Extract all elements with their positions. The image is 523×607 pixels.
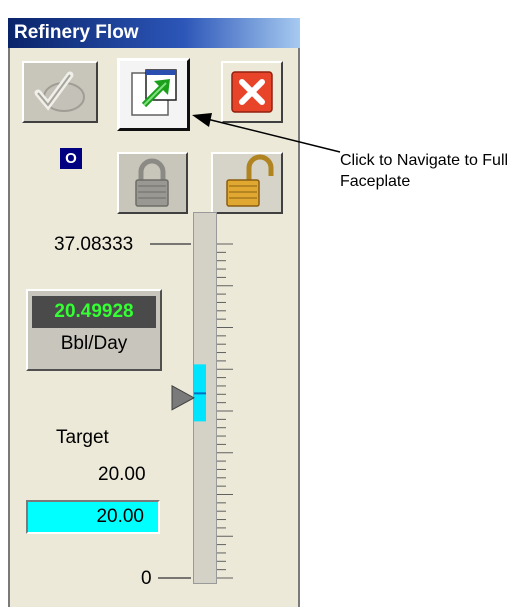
target-value: 20.00 xyxy=(98,464,146,485)
pv-bar-track xyxy=(193,212,217,584)
lock-open-icon xyxy=(226,154,274,207)
target-input[interactable]: 20.00 xyxy=(26,500,160,534)
lock-button[interactable] xyxy=(117,152,188,214)
acknowledge-button[interactable] xyxy=(22,61,98,123)
window-title: Refinery Flow xyxy=(8,18,300,48)
callout-annotation: Click to Navigate to Full Faceplate xyxy=(340,152,509,190)
pv-units: Bbl/Day xyxy=(60,333,128,354)
unlock-button[interactable] xyxy=(211,152,283,214)
acknowledge-check-icon xyxy=(34,71,85,112)
scale-max-label: 37.08333 xyxy=(54,234,134,255)
navigate-arrow-icon xyxy=(131,69,177,116)
navigate-faceplate-button[interactable] xyxy=(117,58,190,131)
pv-box: 20.49928 Bbl/Day xyxy=(26,289,162,371)
close-x-icon xyxy=(231,71,273,113)
close-button[interactable] xyxy=(221,61,283,123)
pv-value: 20.49928 xyxy=(32,296,156,328)
status-badge: O xyxy=(60,148,82,169)
lock-closed-icon xyxy=(135,158,169,207)
target-label: Target xyxy=(56,427,109,448)
scale-min-label: 0 xyxy=(141,568,152,589)
